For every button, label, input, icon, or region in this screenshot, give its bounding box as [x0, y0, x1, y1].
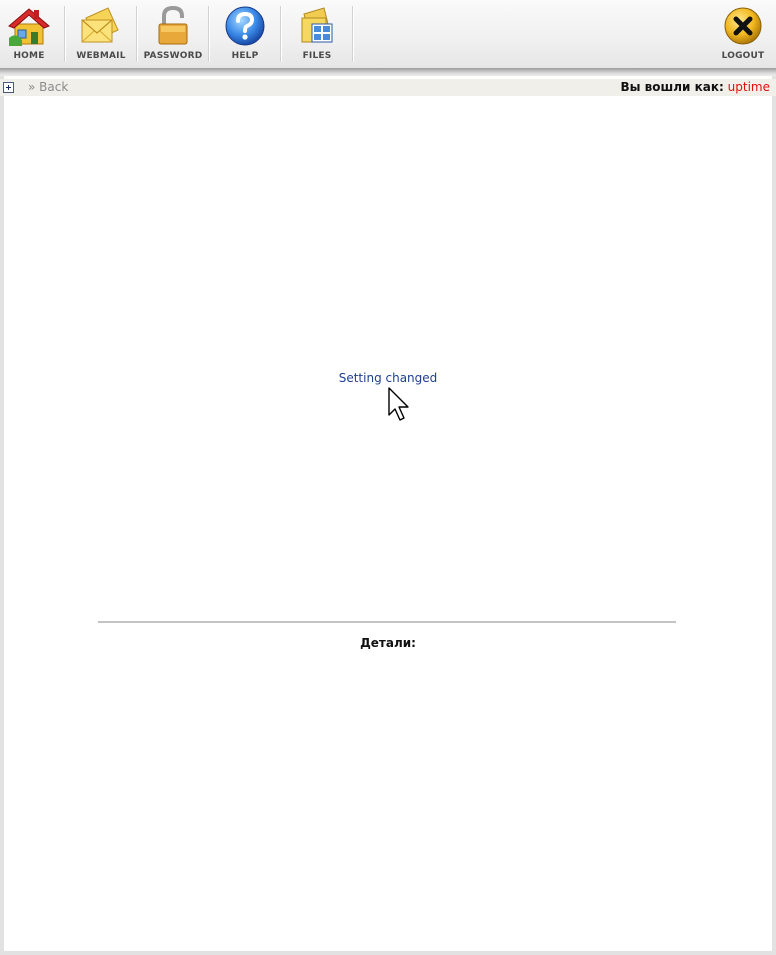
- sub-bar: » Back Вы вошли как: uptime: [0, 79, 776, 96]
- back-link[interactable]: » Back: [28, 80, 68, 94]
- webmail-label: WEBMAIL: [76, 51, 126, 61]
- logged-in-label: Вы вошли как:: [620, 80, 724, 94]
- logout-icon: [724, 7, 762, 45]
- toolbar-shadow: [0, 68, 776, 76]
- mouse-cursor-icon: [388, 387, 409, 421]
- page-frame: [4, 0, 772, 951]
- help-icon: [225, 6, 265, 46]
- home-label: HOME: [13, 51, 45, 61]
- details-heading: Детали:: [360, 636, 416, 650]
- padlock-icon: [158, 5, 188, 45]
- password-button[interactable]: PASSWORD: [138, 2, 208, 66]
- password-label: PASSWORD: [143, 51, 203, 61]
- home-icon: [8, 8, 50, 46]
- files-button[interactable]: FILES: [282, 2, 352, 66]
- help-button[interactable]: HELP: [210, 2, 280, 66]
- files-icon: [301, 7, 333, 43]
- files-label: FILES: [302, 51, 332, 61]
- expand-icon[interactable]: [3, 82, 14, 93]
- divider: [98, 621, 676, 623]
- webmail-button[interactable]: WEBMAIL: [66, 2, 136, 66]
- logout-label: LOGOUT: [721, 51, 765, 61]
- envelope-icon: [81, 7, 119, 43]
- help-label: HELP: [231, 51, 259, 61]
- logged-in-info: Вы вошли как: uptime: [621, 80, 771, 94]
- logout-button[interactable]: LOGOUT: [708, 2, 776, 66]
- username[interactable]: uptime: [728, 80, 770, 94]
- top-toolbar: HOME WEBMAIL PASSWORD HELP FILES LOGOUT: [0, 0, 776, 69]
- home-button[interactable]: HOME: [0, 2, 64, 66]
- toolbar-separator: [352, 6, 354, 62]
- status-message: Setting changed: [338, 371, 438, 385]
